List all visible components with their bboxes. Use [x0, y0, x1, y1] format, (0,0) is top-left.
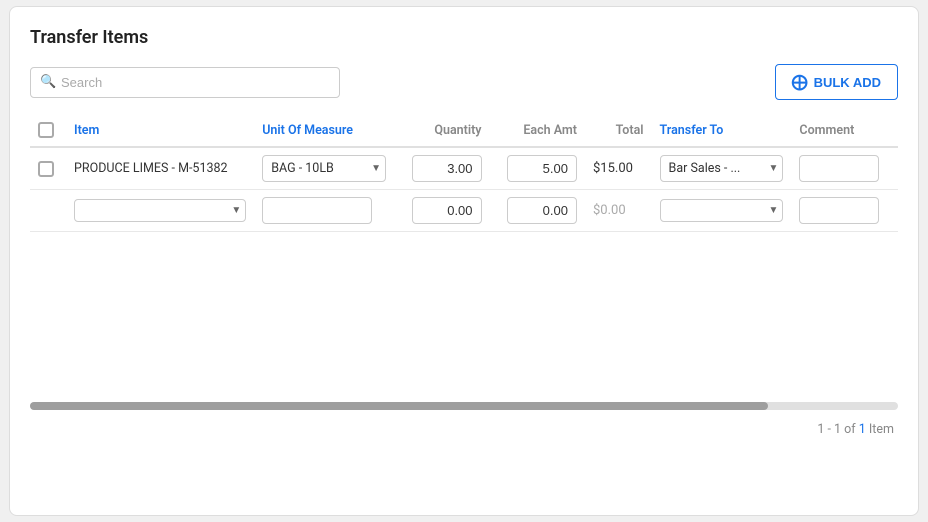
- header-comment: Comment: [791, 114, 898, 147]
- header-item: Item: [66, 114, 254, 147]
- new-table-row: ▼ $0.00: [30, 190, 898, 232]
- transfer-to-dropdown[interactable]: Bar Sales - ... ▼: [660, 155, 784, 182]
- row-qty-cell: [394, 147, 489, 190]
- transfer-items-card: Transfer Items 🔍 ⨁ BULK ADD Item Unit Of…: [9, 6, 919, 516]
- search-wrapper: 🔍: [30, 67, 340, 98]
- new-row-uom: [254, 190, 394, 232]
- uom-value: BAG - 10LB: [271, 161, 334, 176]
- each-input[interactable]: [507, 155, 577, 182]
- row-total-cell: $15.00: [585, 147, 652, 190]
- item-name-text: PRODUCE LIMES - M-51382: [74, 161, 228, 176]
- new-qty-input[interactable]: [412, 197, 482, 224]
- plus-icon: ⨁: [792, 72, 808, 92]
- header-uom: Unit Of Measure: [254, 114, 394, 147]
- row-checkbox[interactable]: [38, 161, 54, 177]
- bulk-add-label: BULK ADD: [814, 75, 881, 90]
- transfer-to-value: Bar Sales - ...: [669, 161, 741, 176]
- select-all-checkbox[interactable]: [38, 122, 54, 138]
- row-comment-cell: [791, 147, 898, 190]
- qty-input[interactable]: [412, 155, 482, 182]
- new-row-item: ▼: [66, 190, 254, 232]
- empty-area: [30, 232, 898, 392]
- new-comment-input[interactable]: [799, 197, 879, 224]
- scrollbar-thumb[interactable]: [30, 402, 768, 410]
- new-row-qty: [394, 190, 489, 232]
- new-transfer-dropdown[interactable]: ▼: [660, 199, 784, 222]
- new-item-arrow: ▼: [231, 205, 241, 216]
- table-row: PRODUCE LIMES - M-51382 BAG - 10LB ▼: [30, 147, 898, 190]
- new-row-comment: [791, 190, 898, 232]
- bulk-add-button[interactable]: ⨁ BULK ADD: [775, 64, 898, 100]
- pagination-item-label: Item: [869, 422, 894, 437]
- pagination-count: 1: [859, 422, 866, 437]
- transfer-dropdown-arrow: ▼: [769, 163, 779, 174]
- pagination-text: 1 - 1 of 1 Item: [817, 422, 894, 437]
- uom-dropdown-arrow: ▼: [371, 163, 381, 174]
- page-title: Transfer Items: [30, 27, 898, 48]
- row-transfer-cell: Bar Sales - ... ▼: [652, 147, 792, 190]
- table-wrapper: Item Unit Of Measure Quantity Each Amt T…: [30, 114, 898, 232]
- new-each-input[interactable]: [507, 197, 577, 224]
- pagination-range: 1 - 1 of: [817, 422, 855, 437]
- table-header-row: Item Unit Of Measure Quantity Each Amt T…: [30, 114, 898, 147]
- row-each-cell: [490, 147, 585, 190]
- new-item-dropdown[interactable]: ▼: [74, 199, 246, 222]
- row-check-cell: [30, 147, 66, 190]
- header-each: Each Amt: [490, 114, 585, 147]
- new-total-value: $0.00: [593, 203, 630, 218]
- scrollbar-track[interactable]: [30, 402, 898, 410]
- header-check: [30, 114, 66, 147]
- new-row-total: $0.00: [585, 190, 652, 232]
- row-uom-cell: BAG - 10LB ▼: [254, 147, 394, 190]
- footer: 1 - 1 of 1 Item: [30, 418, 898, 437]
- new-row-check: [30, 190, 66, 232]
- new-transfer-arrow: ▼: [769, 205, 779, 216]
- search-input[interactable]: [30, 67, 340, 98]
- uom-dropdown[interactable]: BAG - 10LB ▼: [262, 155, 386, 182]
- new-row-transfer: ▼: [652, 190, 792, 232]
- header-total: Total: [585, 114, 652, 147]
- header-transfer: Transfer To: [652, 114, 792, 147]
- toolbar: 🔍 ⨁ BULK ADD: [30, 64, 898, 100]
- new-uom-input[interactable]: [262, 197, 372, 224]
- search-icon: 🔍: [40, 75, 56, 90]
- items-table: Item Unit Of Measure Quantity Each Amt T…: [30, 114, 898, 232]
- row-item-name: PRODUCE LIMES - M-51382: [66, 147, 254, 190]
- new-row-each: [490, 190, 585, 232]
- total-value: $15.00: [593, 161, 637, 176]
- header-qty: Quantity: [394, 114, 489, 147]
- comment-input[interactable]: [799, 155, 879, 182]
